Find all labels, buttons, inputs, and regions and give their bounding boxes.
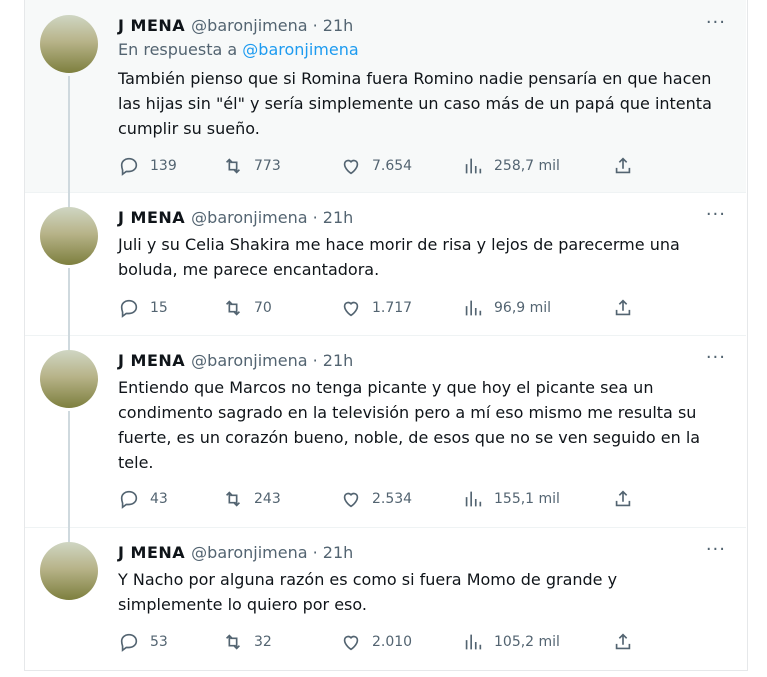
retweet-button[interactable]: 773 xyxy=(222,155,340,177)
share-icon xyxy=(615,157,631,174)
retweet-icon xyxy=(225,491,241,507)
reply-button[interactable]: 43 xyxy=(118,488,222,510)
display-name[interactable]: J MENA xyxy=(118,16,185,35)
tweet-header: J MENA @baronjimena · 21h xyxy=(118,206,726,228)
views-count: 105,2 mil xyxy=(494,634,560,650)
tweet-header: J MENA @baronjimena · 21h xyxy=(118,541,726,563)
like-button[interactable]: 7.654 xyxy=(340,155,462,177)
tweet[interactable]: J MENA @baronjimena · 21h ··· Juli y su … xyxy=(25,192,746,336)
views-icon xyxy=(465,158,482,174)
retweet-count: 32 xyxy=(254,634,272,650)
tweet-text: Entiendo que Marcos no tenga picante y q… xyxy=(118,378,701,472)
share-icon xyxy=(615,299,631,316)
like-count: 1.717 xyxy=(372,300,413,316)
thread-line xyxy=(68,192,70,208)
share-button[interactable] xyxy=(612,297,636,319)
avatar[interactable] xyxy=(40,350,98,408)
display-name[interactable]: J MENA xyxy=(118,543,185,562)
tweet-header: J MENA @baronjimena · 21h xyxy=(118,349,726,371)
views-count: 96,9 mil xyxy=(494,300,552,316)
handle-and-time[interactable]: @baronjimena · 21h xyxy=(191,351,353,370)
more-options-icon[interactable]: ··· xyxy=(706,347,726,368)
avatar[interactable] xyxy=(40,542,98,600)
thread-line xyxy=(68,76,70,192)
tweet[interactable]: J MENA @baronjimena · 21h ··· Y Nacho po… xyxy=(25,527,746,670)
share-button[interactable] xyxy=(612,488,636,510)
replying-to: En respuesta a @baronjimena xyxy=(118,40,359,59)
share-icon xyxy=(615,633,631,650)
reply-icon xyxy=(120,633,138,652)
retweet-count: 70 xyxy=(254,300,272,316)
tweet-header: J MENA @baronjimena · 21h xyxy=(118,14,726,36)
thread-line xyxy=(68,411,70,527)
reply-icon xyxy=(120,299,138,318)
heart-icon xyxy=(343,301,359,317)
avatar[interactable] xyxy=(40,15,98,73)
share-icon xyxy=(615,490,631,507)
like-button[interactable]: 2.010 xyxy=(340,631,462,653)
more-options-icon[interactable]: ··· xyxy=(706,539,726,560)
reply-button[interactable]: 15 xyxy=(118,297,222,319)
retweet-icon xyxy=(225,158,241,174)
tweet[interactable]: J MENA @baronjimena · 21h ··· Entiendo q… xyxy=(25,335,746,528)
views-icon xyxy=(465,300,482,316)
tweet[interactable]: J MENA @baronjimena · 21h ··· En respues… xyxy=(25,0,746,193)
like-button[interactable]: 1.717 xyxy=(340,297,462,319)
views-count: 155,1 mil xyxy=(494,491,560,507)
views-icon xyxy=(465,491,482,507)
heart-icon xyxy=(343,492,359,508)
tweet-text: También pienso que si Romina fuera Romin… xyxy=(118,69,712,138)
tweet-text: Juli y su Celia Shakira me hace morir de… xyxy=(118,235,680,279)
thread-line xyxy=(68,335,70,351)
retweet-button[interactable]: 70 xyxy=(222,297,340,319)
more-options-icon[interactable]: ··· xyxy=(706,204,726,225)
reply-count: 53 xyxy=(150,634,168,650)
views-icon xyxy=(465,634,482,650)
retweet-icon xyxy=(225,634,241,650)
heart-icon xyxy=(343,635,359,651)
handle-and-time[interactable]: @baronjimena · 21h xyxy=(191,208,353,227)
reply-prefix: En respuesta a xyxy=(118,40,238,59)
views-button[interactable]: 258,7 mil xyxy=(462,155,612,177)
views-button[interactable]: 155,1 mil xyxy=(462,488,612,510)
like-count: 7.654 xyxy=(372,158,413,174)
more-options-icon[interactable]: ··· xyxy=(706,12,726,33)
retweet-count: 773 xyxy=(254,158,281,174)
retweet-count: 243 xyxy=(254,491,281,507)
share-button[interactable] xyxy=(612,631,636,653)
display-name[interactable]: J MENA xyxy=(118,351,185,370)
thread-line xyxy=(68,268,70,335)
like-count: 2.010 xyxy=(372,634,413,650)
views-button[interactable]: 96,9 mil xyxy=(462,297,612,319)
retweet-icon xyxy=(225,300,241,316)
like-button[interactable]: 2.534 xyxy=(340,488,462,510)
reply-icon xyxy=(120,157,138,176)
heart-icon xyxy=(343,159,359,175)
reply-button[interactable]: 139 xyxy=(118,155,222,177)
like-count: 2.534 xyxy=(372,491,413,507)
reply-button[interactable]: 53 xyxy=(118,631,222,653)
tweet-actions: 139 773 7.654 258,7 mil xyxy=(118,154,726,178)
reply-count: 43 xyxy=(150,491,168,507)
retweet-button[interactable]: 32 xyxy=(222,631,340,653)
tweet-actions: 15 70 1.717 96,9 mil xyxy=(118,296,726,320)
tweet-actions: 53 32 2.010 105,2 mil xyxy=(118,630,726,654)
display-name[interactable]: J MENA xyxy=(118,208,185,227)
reply-count: 15 xyxy=(150,300,168,316)
tweet-text: Y Nacho por alguna razón es como si fuer… xyxy=(118,570,618,614)
retweet-button[interactable]: 243 xyxy=(222,488,340,510)
share-button[interactable] xyxy=(612,155,636,177)
handle-and-time[interactable]: @baronjimena · 21h xyxy=(191,16,353,35)
avatar[interactable] xyxy=(40,207,98,265)
thread-line xyxy=(68,527,70,543)
reply-icon xyxy=(120,490,138,509)
handle-and-time[interactable]: @baronjimena · 21h xyxy=(191,543,353,562)
reply-count: 139 xyxy=(150,158,177,174)
views-count: 258,7 mil xyxy=(494,158,560,174)
reply-handle-link[interactable]: @baronjimena xyxy=(242,40,358,59)
tweet-actions: 43 243 2.534 155,1 mil xyxy=(118,487,726,511)
views-button[interactable]: 105,2 mil xyxy=(462,631,612,653)
